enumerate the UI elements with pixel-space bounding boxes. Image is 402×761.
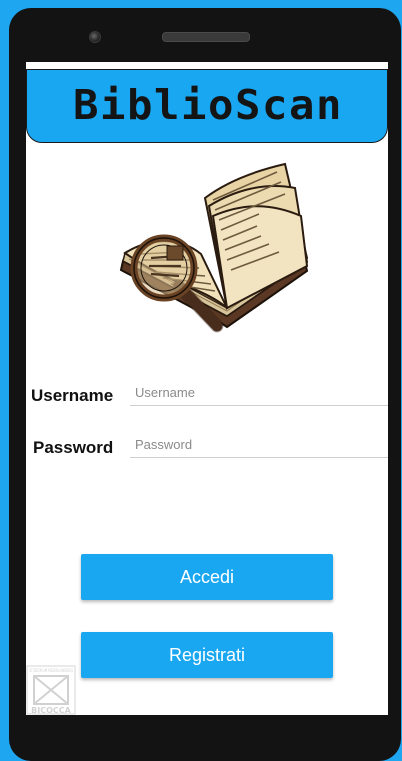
register-button[interactable]: Registrati xyxy=(81,632,333,678)
top-bezel xyxy=(9,8,401,63)
username-label: Username xyxy=(31,386,114,405)
login-button[interactable]: Accedi xyxy=(81,554,333,600)
app-title: BiblioScan xyxy=(73,81,343,129)
book-magnifier-icon xyxy=(109,158,314,338)
watermark-small-text: STUDIORUM MEDIOLANENSIS xyxy=(29,668,73,673)
app-title-logo: BiblioScan xyxy=(73,81,343,129)
password-input[interactable] xyxy=(130,434,388,458)
app-screen: BiblioScan Username Username Password Ac… xyxy=(26,62,388,715)
speaker-grille xyxy=(162,32,250,42)
camera-icon xyxy=(89,31,101,43)
phone-frame: BiblioScan Username Username Password Ac… xyxy=(9,8,401,761)
app-header: BiblioScan xyxy=(26,69,388,143)
password-label: Password xyxy=(33,438,114,457)
bottom-bezel xyxy=(9,707,401,761)
username-input[interactable] xyxy=(130,382,388,406)
